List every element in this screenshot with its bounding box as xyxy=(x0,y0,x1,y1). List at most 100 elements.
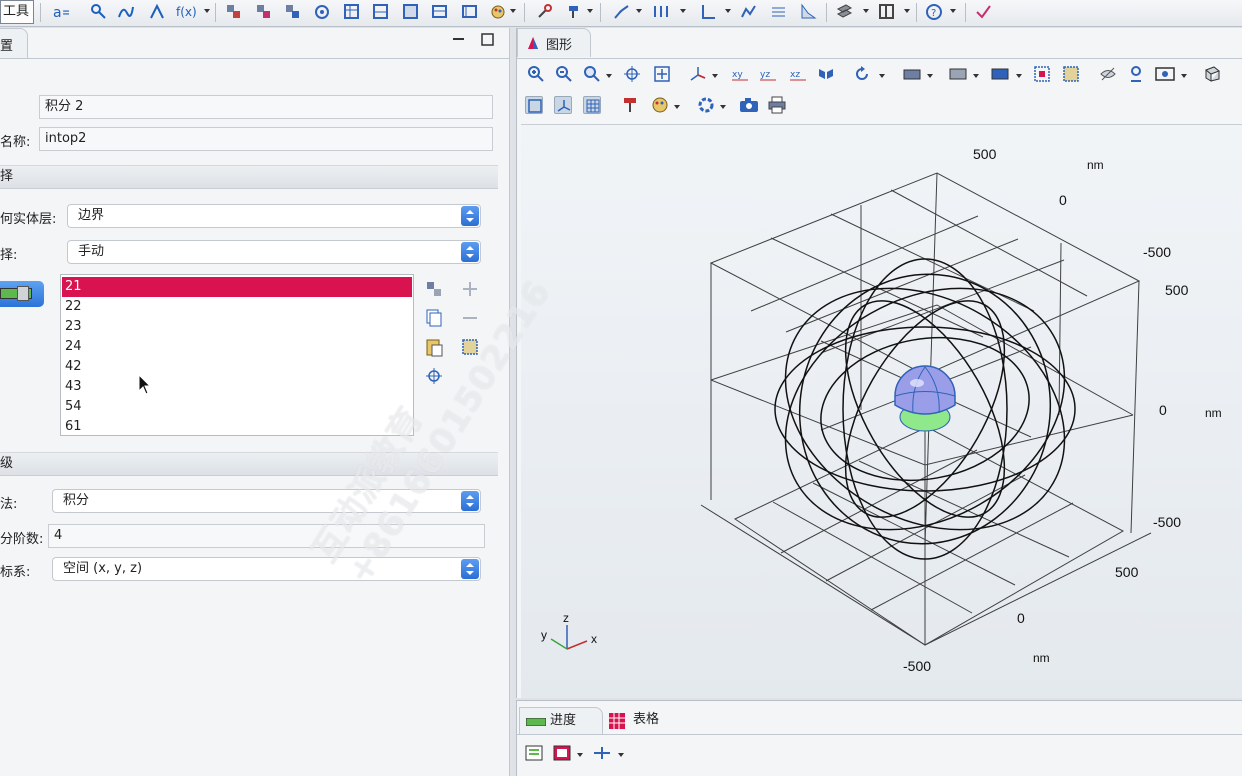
zoom-in-icon[interactable] xyxy=(527,65,545,83)
remove-icon[interactable] xyxy=(460,308,480,328)
active-toggle-button[interactable] xyxy=(0,281,44,307)
chevron-down-icon[interactable] xyxy=(618,753,624,757)
chevron-down-icon[interactable] xyxy=(577,753,583,757)
render-icon[interactable] xyxy=(991,65,1009,83)
geometric-entity-level-select[interactable]: 边界 xyxy=(67,204,481,228)
tab-graphics[interactable]: 图形 xyxy=(517,28,591,57)
plot-group-icon[interactable] xyxy=(770,3,787,20)
select-box-icon[interactable] xyxy=(1033,65,1051,83)
method-select[interactable]: 积分 xyxy=(52,489,481,513)
chevron-down-icon[interactable] xyxy=(712,74,718,78)
view-axes-icon[interactable] xyxy=(689,65,707,83)
zoom-selection-icon[interactable] xyxy=(623,65,641,83)
entity-selection-list[interactable]: 21 22 23 24 42 43 54 61 xyxy=(60,274,414,436)
table-icon[interactable] xyxy=(343,3,360,20)
print-icon[interactable] xyxy=(768,96,786,114)
show-icon[interactable] xyxy=(1155,65,1175,83)
color-table-icon[interactable] xyxy=(621,96,639,114)
tab-table[interactable]: 表格 xyxy=(607,707,681,735)
help-icon[interactable]: ? xyxy=(926,3,943,20)
chevron-down-icon[interactable] xyxy=(725,9,731,13)
chevron-down-icon[interactable] xyxy=(720,105,726,109)
list-item[interactable]: 22 xyxy=(62,297,412,317)
view-xy-icon[interactable]: xy xyxy=(731,65,749,83)
minimize-icon[interactable] xyxy=(452,33,465,46)
table-icon[interactable] xyxy=(431,3,448,20)
coupling-icon[interactable] xyxy=(284,3,301,20)
table-icon[interactable] xyxy=(461,3,478,20)
chevron-down-icon[interactable] xyxy=(950,9,956,13)
windows-icon[interactable] xyxy=(878,3,895,20)
label-field[interactable]: 积分 2 xyxy=(39,95,493,119)
rotate-icon[interactable] xyxy=(853,65,871,83)
camera-view-icon[interactable] xyxy=(817,65,835,83)
list-item[interactable]: 24 xyxy=(62,337,412,357)
transparency-icon[interactable] xyxy=(949,65,967,83)
camera-icon[interactable] xyxy=(739,96,758,114)
chevron-down-icon[interactable] xyxy=(674,105,680,109)
sphere[interactable] xyxy=(894,365,956,432)
wireframe-icon[interactable] xyxy=(1203,65,1221,83)
list-item[interactable]: 21 xyxy=(62,277,412,297)
log-icon[interactable] xyxy=(525,744,543,762)
chevron-down-icon[interactable] xyxy=(510,9,516,13)
list-item[interactable]: 61 xyxy=(62,417,412,437)
chevron-down-icon[interactable] xyxy=(680,9,686,13)
chevron-down-icon[interactable] xyxy=(863,9,869,13)
palette-icon[interactable] xyxy=(490,3,507,20)
split-icon[interactable] xyxy=(593,744,611,762)
paste-icon[interactable] xyxy=(424,337,444,357)
advanced-section[interactable]: 级 xyxy=(0,452,498,476)
chevron-down-icon[interactable] xyxy=(904,9,910,13)
target-icon[interactable] xyxy=(314,3,331,20)
add-icon[interactable] xyxy=(460,279,480,299)
wireframe-rendering-icon[interactable] xyxy=(525,96,543,114)
frame-select[interactable]: 空间 (x, y, z) xyxy=(52,557,481,581)
parameter-icon[interactable] xyxy=(90,3,107,20)
view-yz-icon[interactable]: yz xyxy=(759,65,777,83)
maximize-icon[interactable] xyxy=(481,33,494,46)
toolbar-title[interactable]: 工具 xyxy=(0,0,34,24)
zoom-extents-icon[interactable] xyxy=(653,65,671,83)
table-icon[interactable] xyxy=(372,3,389,20)
function-fx-icon[interactable]: f(x) xyxy=(176,3,204,20)
chevron-down-icon[interactable] xyxy=(204,9,210,13)
chevron-down-icon[interactable] xyxy=(1181,74,1187,78)
axes-icon[interactable] xyxy=(700,3,717,20)
layers-icon[interactable] xyxy=(836,3,853,20)
coupling-icon[interactable] xyxy=(255,3,272,20)
chevron-down-icon[interactable] xyxy=(927,74,933,78)
zoom-to-selection-icon[interactable] xyxy=(424,366,444,386)
hide-icon[interactable] xyxy=(1099,65,1117,83)
chevron-down-icon[interactable] xyxy=(973,74,979,78)
palette-icon[interactable] xyxy=(651,96,669,114)
view-xz-icon[interactable]: xz xyxy=(789,65,807,83)
selection-select[interactable]: 手动 xyxy=(67,240,481,264)
plot-group-icon[interactable] xyxy=(740,3,757,20)
scene-light-icon[interactable] xyxy=(903,65,921,83)
table-view-icon[interactable] xyxy=(553,744,571,762)
chevron-down-icon[interactable] xyxy=(636,9,642,13)
probe-icon[interactable] xyxy=(117,3,134,20)
variables-icon[interactable]: a= xyxy=(52,3,73,21)
hammer-icon[interactable] xyxy=(566,3,583,20)
tab-settings[interactable]: 置 xyxy=(0,28,28,58)
plot-group-icon[interactable] xyxy=(800,3,817,20)
function-lambda-icon[interactable] xyxy=(148,3,165,20)
list-item[interactable]: 42 xyxy=(62,357,412,377)
plot-line-icon[interactable] xyxy=(613,3,630,20)
zoom-box-icon[interactable] xyxy=(583,65,601,83)
arrow-check-icon[interactable] xyxy=(975,3,992,20)
table-icon[interactable] xyxy=(402,3,419,20)
wrench-icon[interactable] xyxy=(536,3,553,20)
copy-icon[interactable] xyxy=(424,308,444,328)
mirror-plot-icon[interactable] xyxy=(653,3,670,20)
select-from-graphics-icon[interactable] xyxy=(424,279,444,299)
chevron-down-icon[interactable] xyxy=(879,74,885,78)
chevron-down-icon[interactable] xyxy=(587,9,593,13)
graphics-canvas[interactable]: 500 nm 0 -500 500 0 nm -500 500 0 nm -50… xyxy=(521,124,1242,698)
tab-progress[interactable]: 进度 xyxy=(519,707,603,735)
name-field[interactable]: intop2 xyxy=(39,127,493,151)
clear-icon[interactable] xyxy=(1127,65,1145,83)
list-item[interactable]: 54 xyxy=(62,397,412,417)
